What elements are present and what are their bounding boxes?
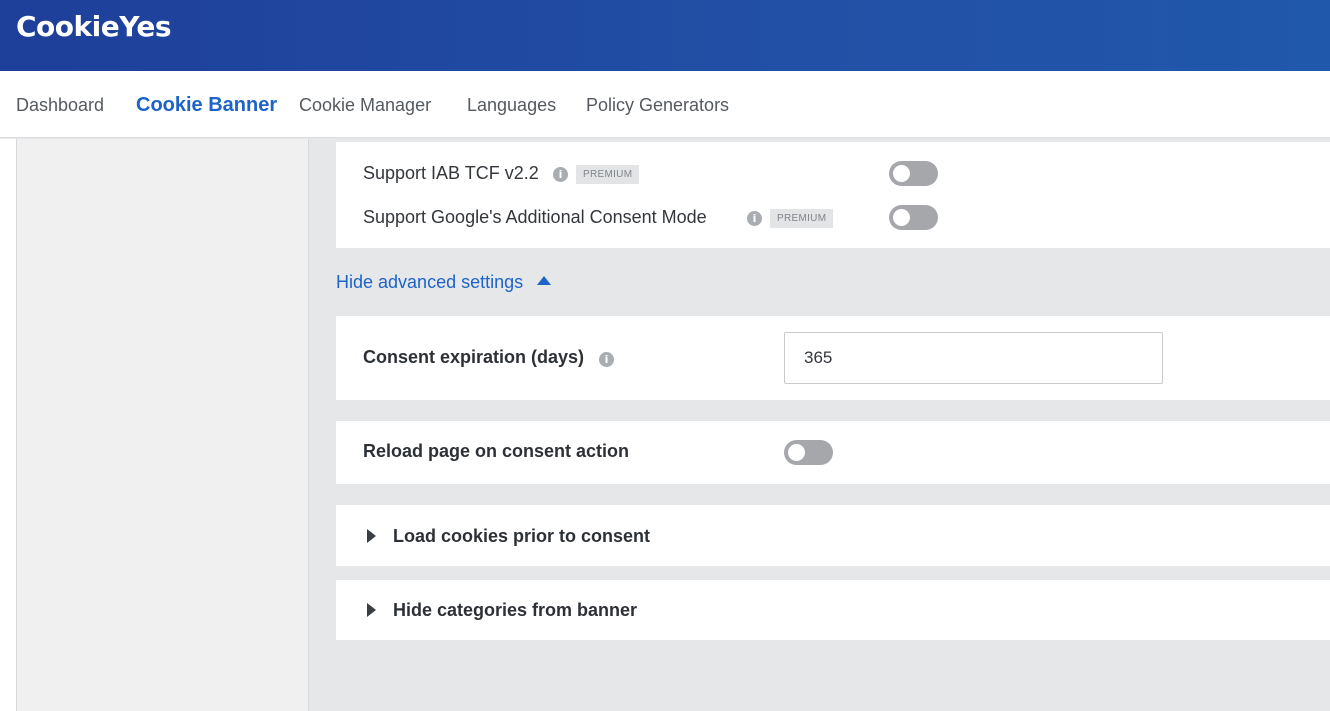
hide-advanced-settings-link[interactable]: Hide advanced settings <box>336 272 552 293</box>
acm-label: Support Google's Additional Consent Mode <box>363 207 707 227</box>
acm-toggle[interactable] <box>889 205 938 230</box>
load-cookies-label: Load cookies prior to consent <box>393 526 651 546</box>
consent-expiration-label: Consent expiration (days) <box>363 347 585 367</box>
toggle-knob <box>893 165 910 182</box>
top-header-bar: CookieYes <box>0 0 1330 71</box>
nav-languages[interactable]: Languages <box>467 95 556 116</box>
info-icon[interactable]: i <box>553 167 568 182</box>
info-icon[interactable]: i <box>747 211 762 226</box>
cookieyes-logo[interactable]: CookieYes <box>16 10 172 43</box>
info-icon[interactable]: i <box>599 352 614 367</box>
reload-page-card: Reload page on consent action <box>336 421 1330 484</box>
hide-categories-accordion[interactable]: Hide categories from banner <box>336 580 1330 640</box>
toggle-knob <box>788 444 805 461</box>
nav-cookie-manager[interactable]: Cookie Manager <box>299 95 431 116</box>
iab-tcf-label: Support IAB TCF v2.2 <box>363 163 539 183</box>
nav-cookie-banner[interactable]: Cookie Banner <box>136 94 277 117</box>
toggle-knob <box>893 209 910 226</box>
nav-dashboard[interactable]: Dashboard <box>16 95 104 116</box>
load-cookies-accordion[interactable]: Load cookies prior to consent <box>336 505 1330 566</box>
hide-categories-label: Hide categories from banner <box>393 600 638 620</box>
caret-right-icon <box>367 529 376 543</box>
settings-sidebar <box>16 139 309 711</box>
nav-policy-generators[interactable]: Policy Generators <box>586 95 729 116</box>
reload-page-toggle[interactable] <box>784 440 833 465</box>
page-left-margin <box>0 139 16 711</box>
iab-settings-card: Support IAB TCF v2.2 i PREMIUM Support G… <box>336 142 1330 248</box>
caret-right-icon <box>367 603 376 617</box>
hide-advanced-settings-label: Hide advanced settings <box>336 272 524 292</box>
reload-page-label: Reload page on consent action <box>363 441 630 461</box>
iab-tcf-toggle[interactable] <box>889 161 938 186</box>
premium-badge: PREMIUM <box>770 209 834 228</box>
caret-up-icon <box>537 276 552 285</box>
premium-badge: PREMIUM <box>576 165 640 184</box>
consent-expiration-input[interactable] <box>784 332 1163 384</box>
main-nav: Dashboard Cookie Banner Cookie Manager L… <box>0 71 1330 138</box>
